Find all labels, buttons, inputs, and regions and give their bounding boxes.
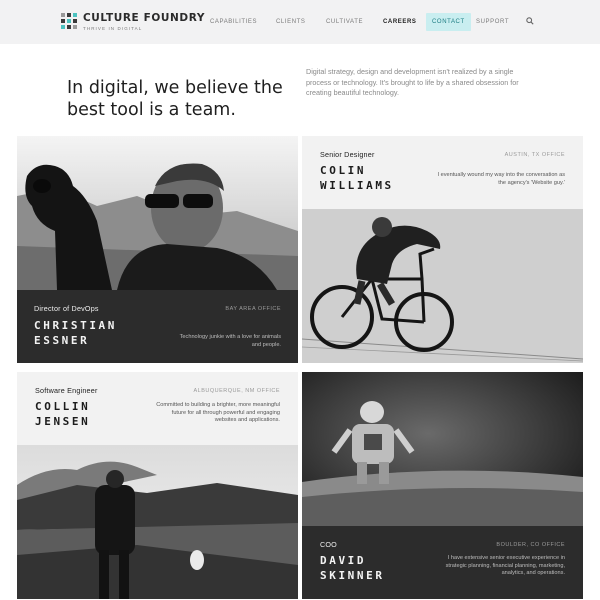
team-card-info-panel: Director of DevOps BAY AREA OFFICE CHRIS… [17,290,298,363]
photo-david-toy-robot [302,372,583,526]
team-card-info-panel: Senior Designer AUSTIN, TX OFFICE COLIN … [302,136,583,209]
photo-collin-landscape [17,445,298,599]
team-role: Senior Designer [320,150,375,159]
team-bio: Technology junkie with a love for animal… [179,334,281,348]
team-office: BAY AREA OFFICE [225,306,281,312]
team-office: ALBUQUERQUE, NM OFFICE [193,388,280,394]
intro-description: Digital strategy, design and development… [306,67,519,97]
team-first-name: CHRISTIAN [34,319,118,332]
team-card-info-panel: COO BOULDER, CO OFFICE DAVID SKINNER I h… [302,526,583,599]
team-role: Director of DevOps [34,304,99,313]
team-card-collin-jensen[interactable]: Software Engineer ALBUQUERQUE, NM OFFICE… [17,372,298,599]
team-role: COO [320,540,337,549]
team-office: AUSTIN, TX OFFICE [504,152,565,158]
team-card-david-skinner[interactable]: COO BOULDER, CO OFFICE DAVID SKINNER I h… [302,372,583,599]
nav-clients[interactable]: CLIENTS [276,13,306,31]
nav-cultivate[interactable]: CULTIVATE [326,13,363,31]
brand-tagline: THRIVE IN DIGITAL [83,26,143,31]
team-first-name: DAVID [320,554,367,567]
brand-name: CULTURE FOUNDRY [83,12,206,24]
team-office: BOULDER, CO OFFICE [496,542,565,548]
team-first-name: COLIN [320,164,367,177]
team-bio: Committed to building a brighter, more m… [156,402,280,424]
team-role: Software Engineer [35,386,98,395]
team-card-colin-williams[interactable]: Senior Designer AUSTIN, TX OFFICE COLIN … [302,136,583,363]
team-first-name: COLLIN [35,400,91,413]
photo-christian-with-dog [17,136,298,290]
team-bio: I eventually wound my way into the conve… [437,172,565,186]
team-last-name: WILLIAMS [320,179,394,192]
team-card-christian-essner[interactable]: Director of DevOps BAY AREA OFFICE CHRIS… [17,136,298,363]
nav-support[interactable]: SUPPORT [476,13,509,31]
brand-logo[interactable]: CULTURE FOUNDRY THRIVE IN DIGITAL [61,13,205,31]
site-header: CULTURE FOUNDRY THRIVE IN DIGITAL CAPABI… [0,0,600,44]
team-card-info-panel: Software Engineer ALBUQUERQUE, NM OFFICE… [17,372,298,445]
logo-grid-icon [61,13,77,29]
team-last-name: ESSNER [34,334,90,347]
team-last-name: JENSEN [35,415,91,428]
page-title: In digital, we believe the best tool is … [67,78,283,120]
team-bio: I have extensive senior executive experi… [445,555,565,577]
nav-careers[interactable]: CAREERS [383,13,417,31]
search-icon[interactable] [526,17,534,25]
nav-capabilities[interactable]: CAPABILITIES [210,13,257,31]
nav-contact[interactable]: CONTACT [426,13,471,31]
team-last-name: SKINNER [320,569,385,582]
photo-colin-bmx [302,209,583,363]
